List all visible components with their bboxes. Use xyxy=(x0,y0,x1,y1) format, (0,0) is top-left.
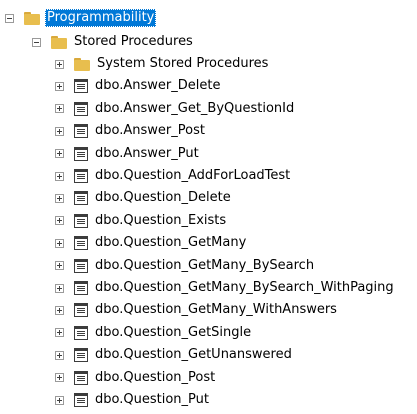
tree-node-dbo-answer-post[interactable]: dbo.Answer_Post xyxy=(55,120,207,142)
tree-node-dbo-question-getmany-bysearch[interactable]: dbo.Question_GetMany_BySearch xyxy=(55,255,316,277)
tree-node-label[interactable]: Programmability xyxy=(45,9,157,27)
stored-procedure-icon xyxy=(74,213,88,228)
expand-icon[interactable] xyxy=(55,283,64,293)
expand-icon[interactable] xyxy=(55,171,64,181)
tree-node-label[interactable]: System Stored Procedures xyxy=(95,55,270,73)
tree-node-system-stored-procedures[interactable]: System Stored Procedures xyxy=(55,53,270,75)
tree-node-stored-procedures[interactable]: Stored Procedures xyxy=(32,31,195,53)
tree-node-dbo-question-getmany-withanswers[interactable]: dbo.Question_GetMany_WithAnswers xyxy=(55,299,339,321)
collapse-icon[interactable] xyxy=(5,13,14,23)
tree-node-label[interactable]: dbo.Question_GetMany_WithAnswers xyxy=(93,301,339,319)
stored-procedure-icon xyxy=(74,169,88,183)
expand-icon[interactable] xyxy=(55,104,64,114)
tree-node-dbo-question-exists[interactable]: dbo.Question_Exists xyxy=(55,210,228,232)
tree-node-dbo-answer-put[interactable]: dbo.Answer_Put xyxy=(55,143,201,165)
tree-node-dbo-question-getmany-bysearch-withpaging[interactable]: dbo.Question_GetMany_BySearch_WithPaging xyxy=(55,277,396,299)
expand-icon[interactable] xyxy=(55,59,64,69)
stored-procedure-icon xyxy=(74,303,88,318)
tree-node-label[interactable]: dbo.Question_Post xyxy=(93,369,217,387)
tree-node-label[interactable]: dbo.Answer_Post xyxy=(93,122,207,140)
stored-procedure-icon xyxy=(74,101,88,116)
stored-procedure-icon xyxy=(74,236,88,251)
stored-procedure-icon xyxy=(74,370,88,385)
stored-procedure-icon xyxy=(74,348,88,363)
tree-node-dbo-question-getsingle[interactable]: dbo.Question_GetSingle xyxy=(55,322,253,344)
tree-node-label[interactable]: dbo.Question_Delete xyxy=(93,189,233,207)
stored-procedure-icon xyxy=(74,146,88,161)
folder-icon xyxy=(51,35,67,49)
expand-icon[interactable] xyxy=(55,350,64,360)
tree-node-label[interactable]: dbo.Answer_Get_ByQuestionId xyxy=(93,100,296,118)
tree-node-label[interactable]: Stored Procedures xyxy=(72,33,195,51)
tree-node-label[interactable]: dbo.Question_GetSingle xyxy=(93,324,253,342)
stored-procedure-icon xyxy=(74,79,88,94)
tree-node-programmability[interactable]: Programmability xyxy=(5,7,157,29)
tree-node-dbo-question-getmany[interactable]: dbo.Question_GetMany xyxy=(55,232,248,254)
tree-node-label[interactable]: dbo.Answer_Put xyxy=(93,145,201,163)
expand-icon[interactable] xyxy=(55,149,64,159)
expand-icon[interactable] xyxy=(55,305,64,315)
tree-node-dbo-question-addforloadtest[interactable]: dbo.Question_AddForLoadTest xyxy=(55,165,292,187)
stored-procedure-icon xyxy=(74,281,88,295)
folder-icon xyxy=(24,11,40,25)
expand-icon[interactable] xyxy=(55,261,64,271)
expand-icon[interactable] xyxy=(55,81,64,91)
folder-icon xyxy=(74,57,90,71)
stored-procedure-icon xyxy=(74,393,88,407)
expand-icon[interactable] xyxy=(55,126,64,136)
expand-icon[interactable] xyxy=(55,328,64,338)
expand-icon[interactable] xyxy=(55,216,64,226)
tree-node-dbo-question-put[interactable]: dbo.Question_Put xyxy=(55,389,211,411)
stored-procedure-icon xyxy=(74,325,88,340)
stored-procedure-icon xyxy=(74,124,88,139)
collapse-icon[interactable] xyxy=(32,37,41,47)
tree-node-dbo-question-getunanswered[interactable]: dbo.Question_GetUnanswered xyxy=(55,344,294,366)
stored-procedure-icon xyxy=(74,191,88,206)
expand-icon[interactable] xyxy=(55,373,64,383)
tree-node-dbo-answer-get-byquestionid[interactable]: dbo.Answer_Get_ByQuestionId xyxy=(55,98,296,120)
tree-node-label[interactable]: dbo.Question_Put xyxy=(93,391,211,409)
object-explorer-tree: Programmability Stored Procedures System… xyxy=(0,0,417,414)
tree-node-label[interactable]: dbo.Question_AddForLoadTest xyxy=(93,167,292,185)
tree-node-dbo-answer-delete[interactable]: dbo.Answer_Delete xyxy=(55,75,222,97)
expand-icon[interactable] xyxy=(55,395,64,405)
tree-node-label[interactable]: dbo.Answer_Delete xyxy=(93,77,222,95)
tree-node-dbo-question-delete[interactable]: dbo.Question_Delete xyxy=(55,187,233,209)
stored-procedure-icon xyxy=(74,258,88,273)
expand-icon[interactable] xyxy=(55,238,64,248)
tree-node-label[interactable]: dbo.Question_GetMany_BySearch_WithPaging xyxy=(93,279,396,297)
tree-node-label[interactable]: dbo.Question_GetMany xyxy=(93,234,248,252)
expand-icon[interactable] xyxy=(55,193,64,203)
tree-node-label[interactable]: dbo.Question_GetUnanswered xyxy=(93,346,294,364)
tree-node-label[interactable]: dbo.Question_GetMany_BySearch xyxy=(93,257,316,275)
tree-node-label[interactable]: dbo.Question_Exists xyxy=(93,212,228,230)
tree-node-dbo-question-post[interactable]: dbo.Question_Post xyxy=(55,367,217,389)
